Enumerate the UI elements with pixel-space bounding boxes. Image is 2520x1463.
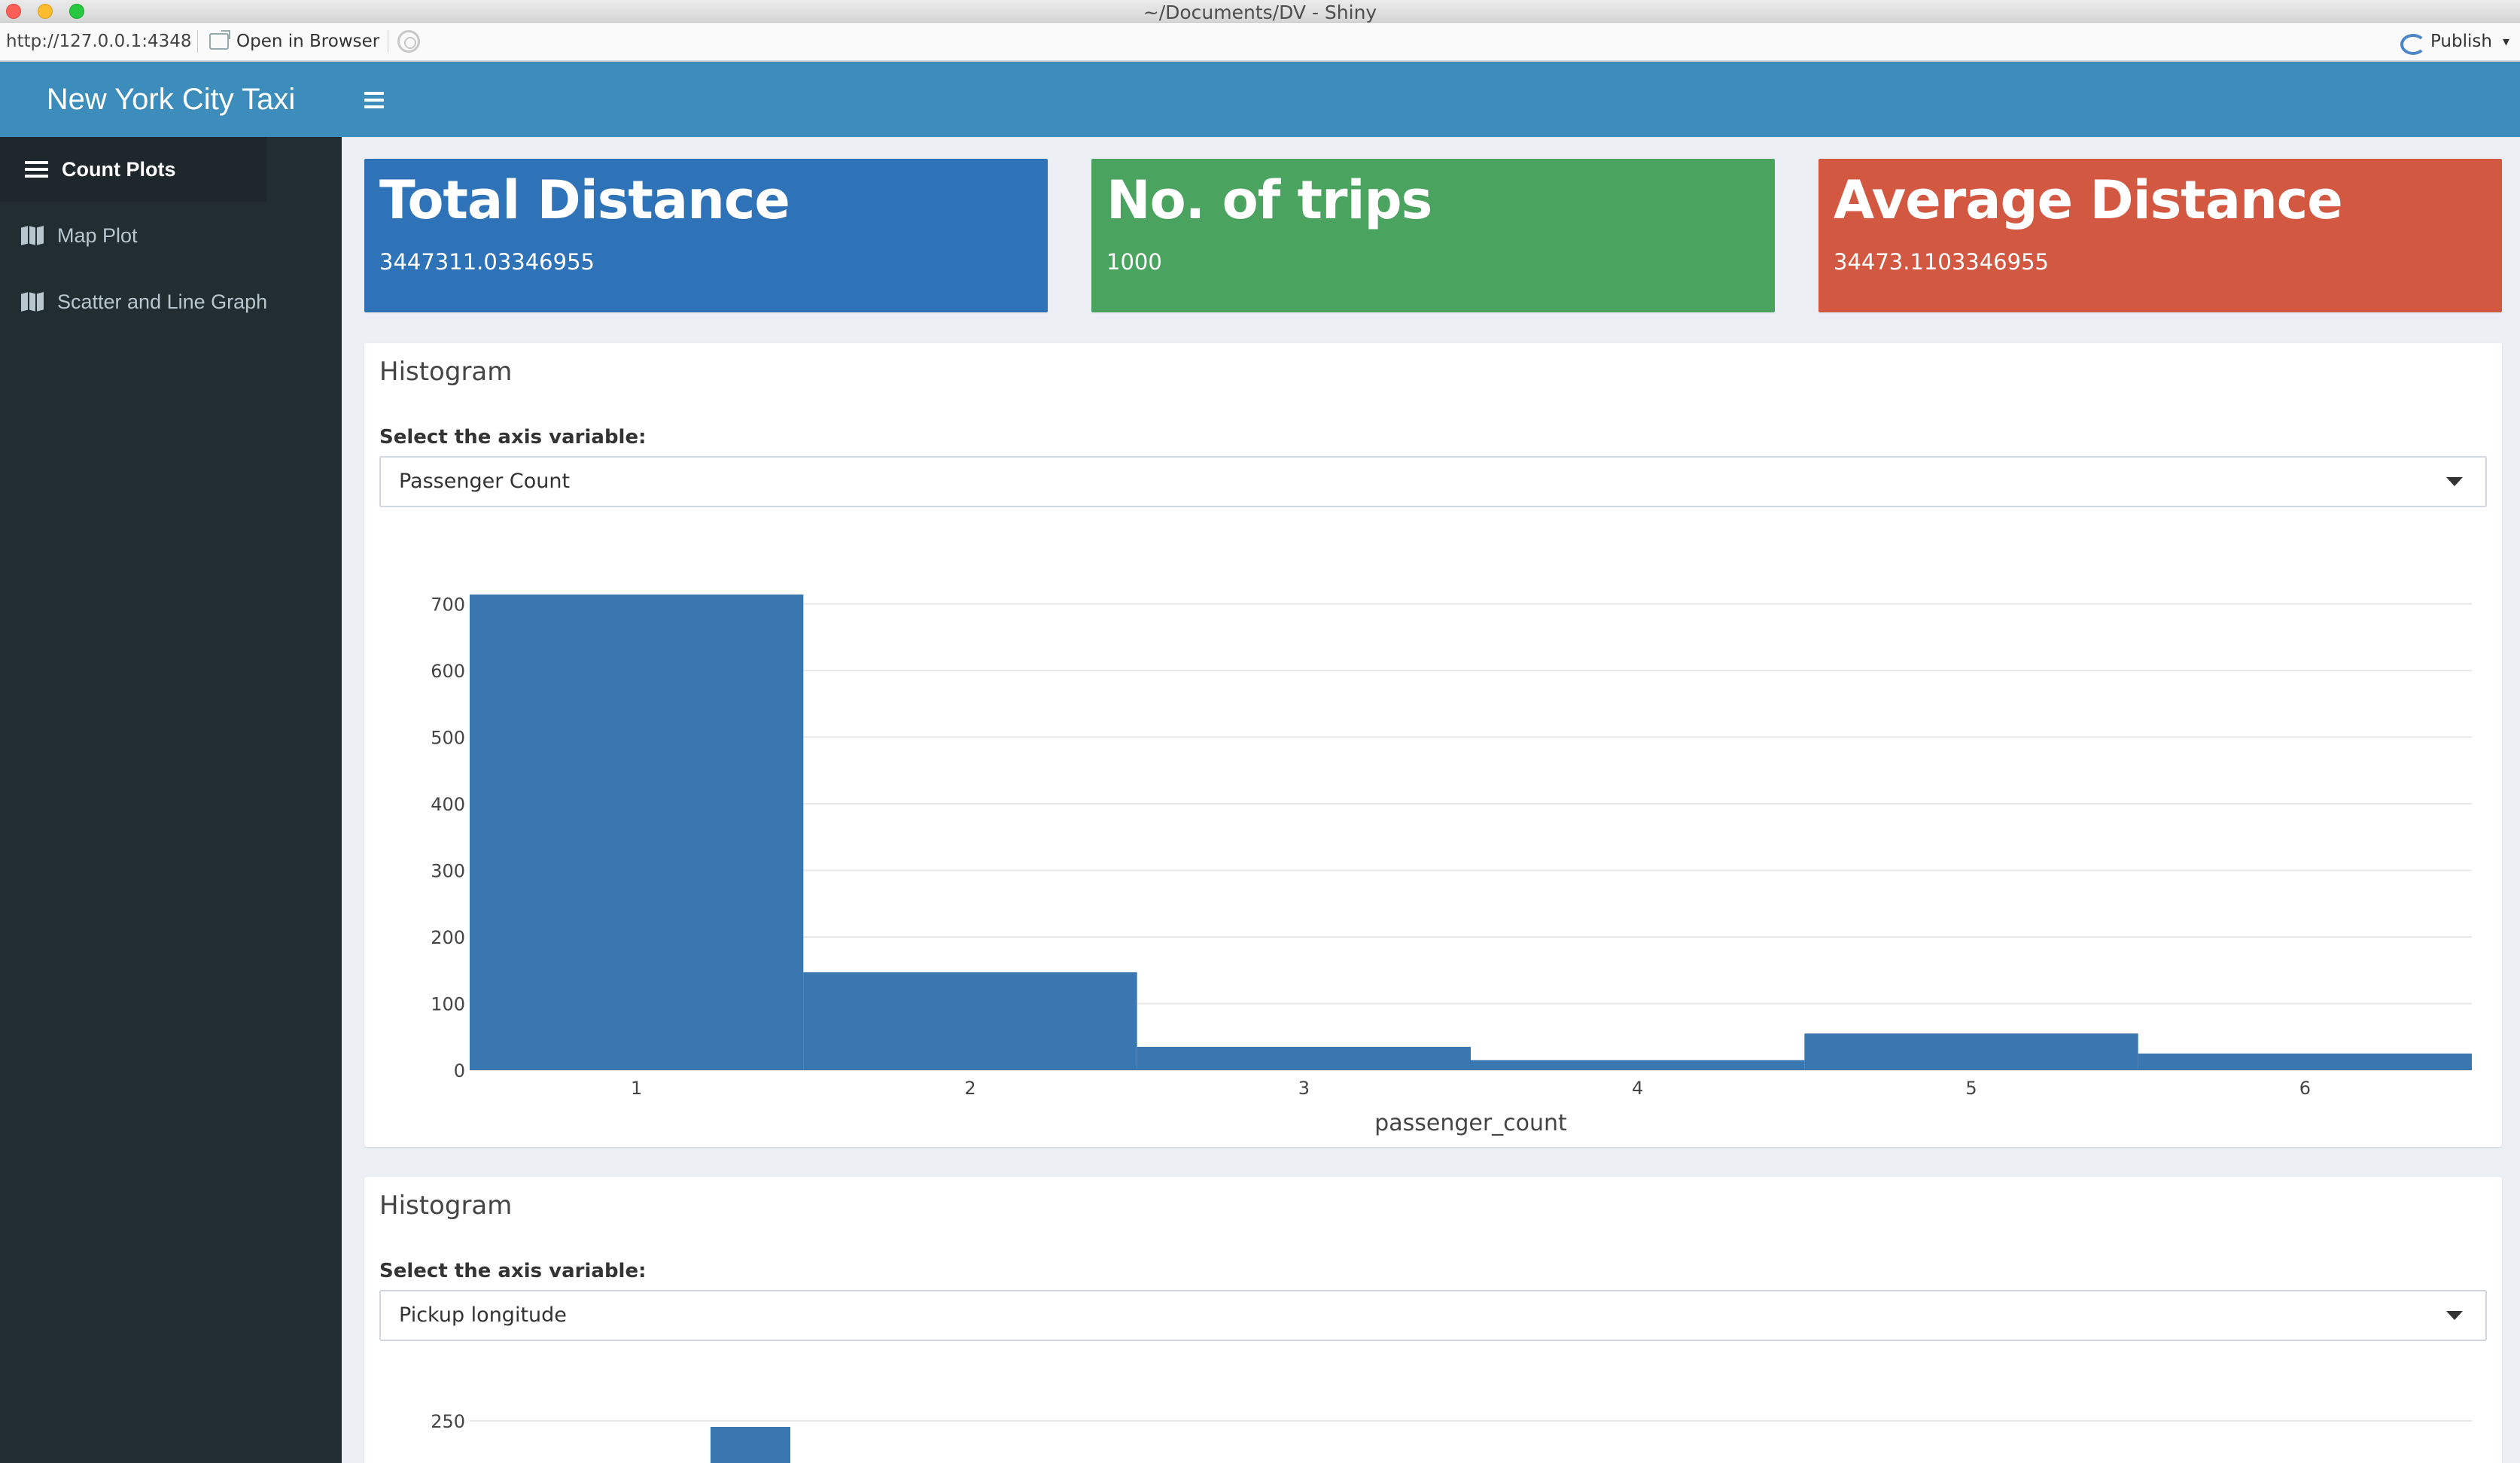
external-window-icon [209, 30, 230, 50]
sidebar-item-label: Scatter and Line Graph [57, 290, 268, 313]
y-tick-label: 700 [431, 594, 465, 615]
value-box-title: No. of trips [1106, 169, 1432, 231]
sidebar: Count Plots Map Plot Scatter and Line Gr… [0, 137, 342, 1463]
y-tick-label: 0 [454, 1060, 465, 1081]
histogram-bar [2138, 1053, 2472, 1070]
y-tick-label: 250 [431, 1411, 465, 1432]
histogram-bar [1137, 1047, 1471, 1070]
toolbar-divider [197, 30, 198, 53]
dashboard-logo: New York City Taxi [0, 62, 342, 137]
y-tick-label: 200 [431, 927, 465, 948]
refresh-icon[interactable] [397, 30, 420, 53]
value-box-value: 1000 [1106, 249, 1162, 275]
sidebar-item-map-plot[interactable]: Map Plot [0, 203, 342, 268]
x-tick-label: 6 [2299, 1078, 2311, 1099]
value-box-value: 3447311.03346955 [379, 249, 595, 275]
y-tick-label: 500 [431, 727, 465, 748]
sidebar-item-label: Map Plot [57, 224, 138, 247]
open-in-browser-label: Open in Browser [236, 32, 380, 51]
dashboard-navbar [342, 62, 2520, 137]
histogram-bar [470, 595, 804, 1070]
value-box-trip-count: No. of trips 1000 [1091, 159, 1775, 312]
viewer-url[interactable]: http://127.0.0.1:4348 [6, 32, 191, 51]
y-tick-label: 300 [431, 860, 465, 881]
y-tick-label: 600 [431, 661, 465, 682]
histogram-chart[interactable]: 0 100 200 300 400 500 600 700 1 2 3 4 5 6 passenger_co… [364, 343, 2502, 1147]
window-titlebar: ~/Documents/DV - Shiny [0, 0, 2520, 23]
value-box-value: 34473.1103346955 [1834, 249, 2049, 275]
value-box-title: Average Distance [1834, 169, 2343, 231]
histogram-box-passenger-count: Histogram Select the axis variable: Pass… [364, 343, 2502, 1147]
histogram-bar [711, 1427, 790, 1463]
histogram-box-pickup-longitude: Histogram Select the axis variable: Pick… [364, 1177, 2502, 1463]
x-tick-label: 3 [1298, 1078, 1310, 1099]
histogram-chart[interactable]: 250 [364, 1177, 2502, 1463]
map-icon [21, 292, 44, 312]
y-tick-label: 100 [431, 993, 465, 1014]
histogram-bar [1471, 1060, 1805, 1070]
x-tick-label: 4 [1632, 1078, 1643, 1099]
histogram-bar [1804, 1033, 2138, 1070]
sidebar-toggle-icon[interactable] [364, 92, 384, 108]
sidebar-item-count-plots[interactable]: Count Plots [0, 137, 266, 202]
value-box-average-distance: Average Distance 34473.1103346955 [1818, 159, 2502, 312]
list-icon [25, 160, 48, 179]
histogram-bar [803, 972, 1137, 1070]
sidebar-item-label: Count Plots [62, 157, 176, 181]
x-tick-label: 1 [631, 1078, 642, 1099]
x-tick-label: 2 [964, 1078, 975, 1099]
value-box-title: Total Distance [379, 169, 790, 231]
publish-icon [2399, 31, 2426, 55]
open-in-browser-button[interactable]: Open in Browser [209, 30, 380, 51]
value-box-total-distance: Total Distance 3447311.03346955 [364, 159, 1048, 312]
x-axis-label: passenger_count [1374, 1110, 1567, 1136]
window-title: ~/Documents/DV - Shiny [1143, 2, 1377, 23]
x-tick-label: 5 [1965, 1078, 1977, 1099]
chevron-down-icon: ▾ [2502, 33, 2509, 50]
app-title: New York City Taxi [46, 83, 296, 116]
viewer-toolbar: http://127.0.0.1:4348 Open in Browser Pu… [0, 23, 2520, 62]
y-tick-label: 400 [431, 794, 465, 815]
sidebar-item-scatter-line-graph[interactable]: Scatter and Line Graph [0, 269, 342, 334]
publish-button[interactable]: Publish ▾ [2399, 31, 2509, 55]
publish-label: Publish [2430, 32, 2492, 51]
map-icon [21, 226, 44, 245]
